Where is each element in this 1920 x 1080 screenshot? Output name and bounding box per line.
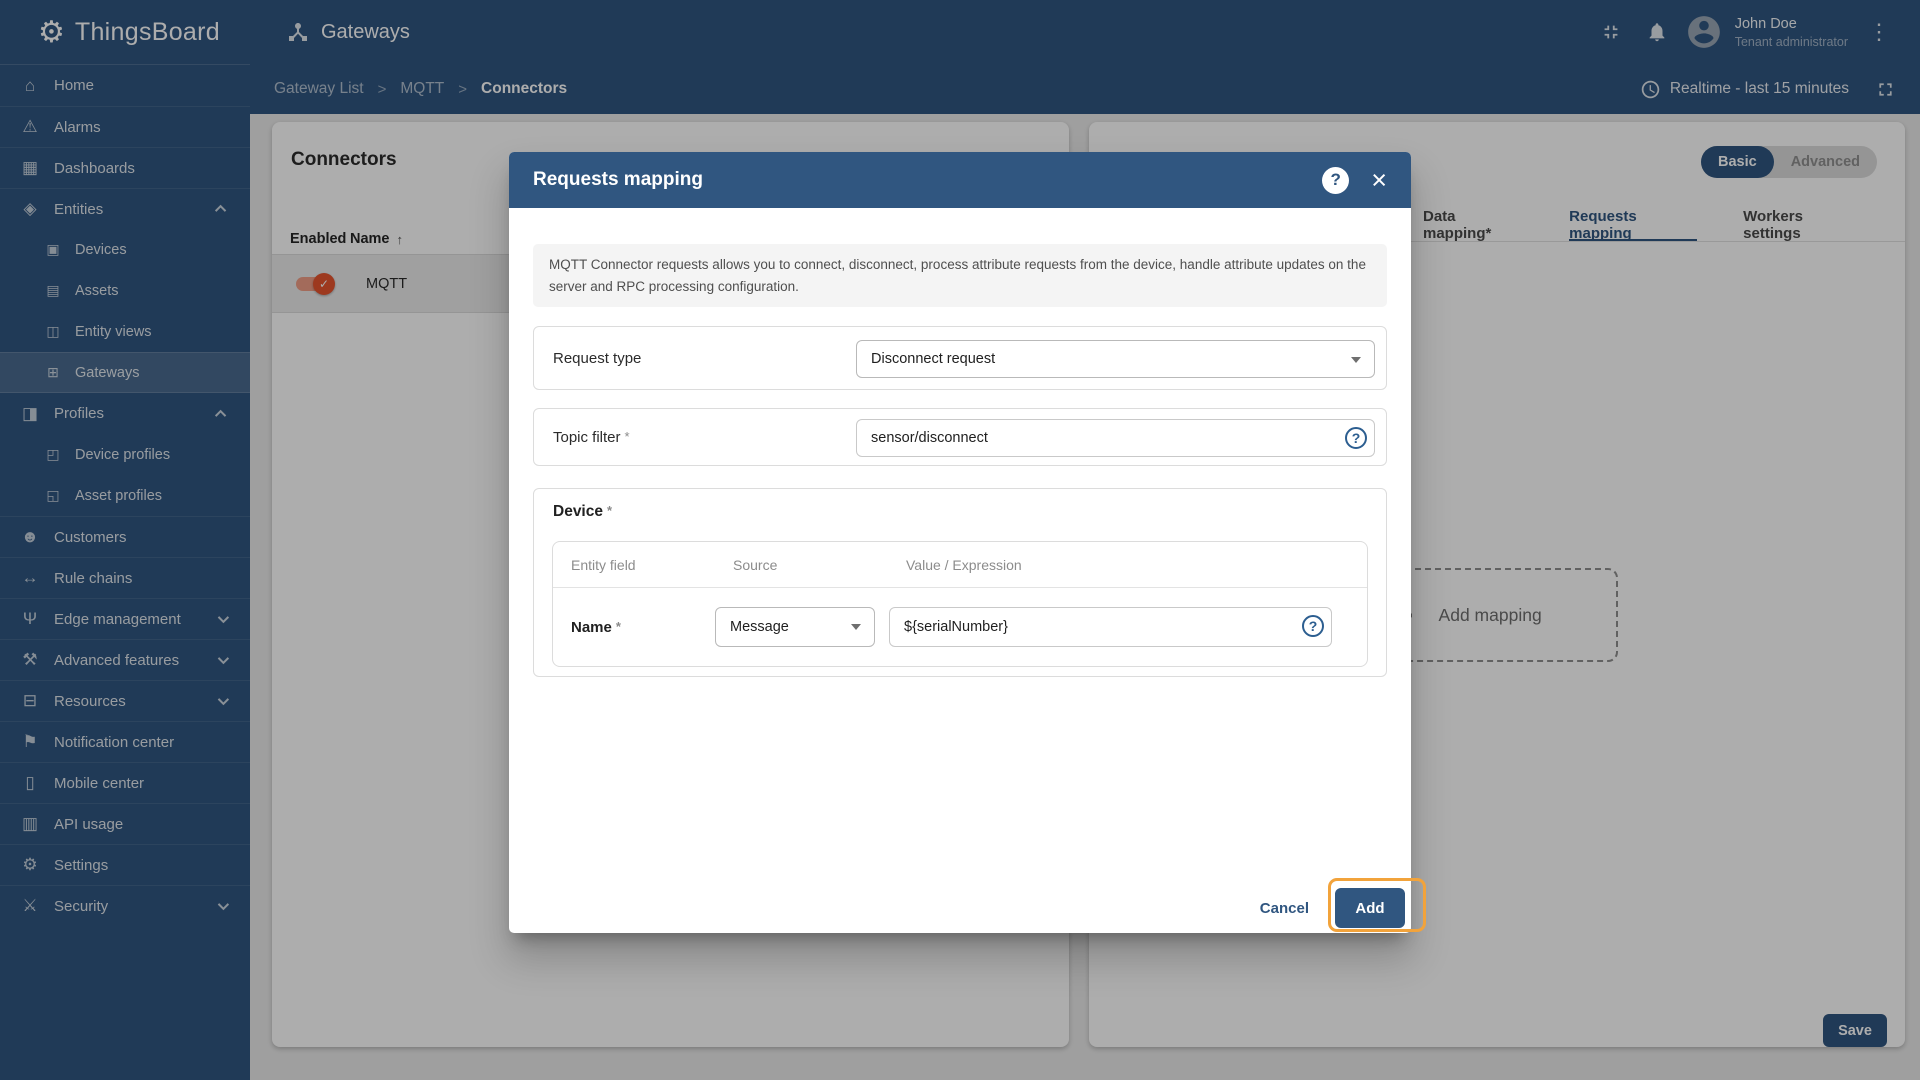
column-source: Source [733,556,778,573]
column-value-expression: Value / Expression [906,556,1022,573]
required-marker: * [606,503,613,519]
dropdown-caret-icon [851,624,861,631]
cancel-button[interactable]: Cancel [1260,900,1309,917]
source-value: Message [730,619,789,636]
request-type-value: Disconnect request [871,351,996,368]
request-type-label: Request type [553,349,642,367]
dialog-header: Requests mapping ? × [509,152,1411,208]
add-button[interactable]: Add [1335,888,1405,928]
app-root: ⚙ ThingsBoard Gateways John Doe Tenant a… [0,0,1920,1080]
dialog-close-icon[interactable]: × [1371,166,1387,194]
required-marker: * [615,618,621,634]
dialog-info-banner: MQTT Connector requests allows you to co… [533,244,1387,308]
device-section-title: Device * [553,503,613,521]
topic-filter-section: Topic filter * sensor/disconnect ? [533,408,1387,467]
expression-input[interactable]: ${serialNumber} ? [889,607,1332,648]
expression-value: ${serialNumber} [904,619,1008,636]
topic-filter-input[interactable]: sensor/disconnect ? [856,419,1375,458]
dialog-footer: Cancel Add [1260,888,1405,928]
dropdown-caret-icon [1351,357,1361,364]
device-section: Device * Entity field Source Value / Expr… [533,488,1387,678]
dialog-title: Requests mapping [533,169,703,190]
requests-mapping-dialog: Requests mapping ? × MQTT Connector requ… [509,152,1411,933]
topic-filter-help-icon[interactable]: ? [1345,427,1367,450]
expression-help-icon[interactable]: ? [1302,615,1324,638]
request-type-select[interactable]: Disconnect request [856,340,1375,379]
request-type-section: Request type Disconnect request [533,326,1387,391]
column-entity-field: Entity field [571,556,636,573]
dialog-body: MQTT Connector requests allows you to co… [509,244,1411,678]
device-table-row: Name * Message ${serialNumber} ? [553,588,1367,666]
dialog-help-icon[interactable]: ? [1322,166,1350,194]
topic-filter-value: sensor/disconnect [871,430,988,447]
device-mapping-table: Entity field Source Value / Expression N… [552,541,1368,668]
device-table-header: Entity field Source Value / Expression [553,542,1367,589]
entity-field-name: Name * [571,618,621,636]
topic-filter-label: Topic filter * [553,428,630,446]
required-marker: * [624,428,630,444]
source-select[interactable]: Message [715,607,875,648]
